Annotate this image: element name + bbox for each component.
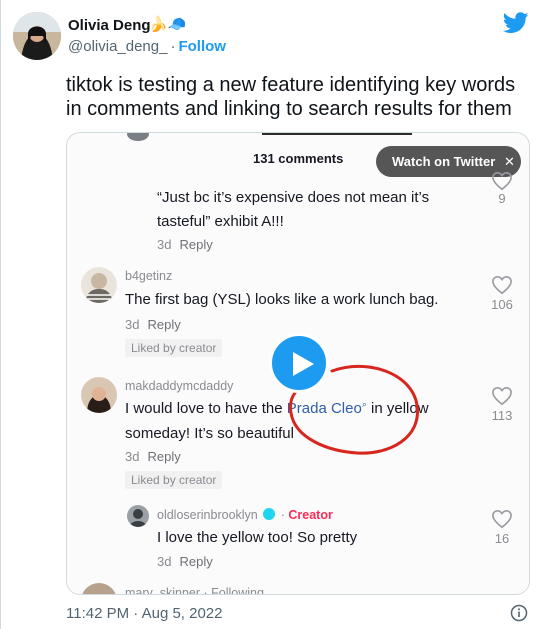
follow-button[interactable]: Follow [178, 38, 226, 55]
comment-time: 3d [125, 449, 140, 464]
comment-time: 3d [157, 237, 172, 252]
reply-button[interactable]: Reply [147, 317, 180, 332]
reply-button[interactable]: Reply [179, 554, 212, 569]
comment-meta: 3d Reply [125, 449, 181, 464]
reply-button[interactable]: Reply [179, 237, 212, 252]
comment-text: “Just bc it’s expensive does not mean it… [157, 189, 430, 206]
comment-text: someday! It’s so beautiful [125, 425, 294, 442]
like-count: 16 [494, 531, 510, 546]
verified-icon [263, 508, 276, 520]
author-handle-row: @olivia_deng_ · Follow [68, 38, 226, 55]
video-top-strip [262, 133, 412, 135]
play-icon [293, 352, 314, 376]
like-count: 106 [491, 297, 513, 312]
comment-text: I would love to have the Prada Cleo⌕ in … [125, 399, 429, 417]
comments-header: 131 comments [253, 151, 344, 166]
comment-username-row: oldloserinbrooklyn · Creator [157, 508, 333, 522]
twitter-bird-icon[interactable] [503, 12, 529, 34]
like-count: 113 [491, 408, 513, 423]
comment-meta: 3d Reply [157, 554, 213, 569]
creator-label: Creator [288, 508, 333, 522]
tweet-timestamp[interactable]: 11:42 PM · Aug 5, 2022 [66, 605, 223, 622]
comment-username[interactable]: oldloserinbrooklyn [157, 508, 258, 522]
creator-separator: · [280, 508, 285, 522]
tweet-card: Olivia Deng 🍌🧢 @olivia_deng_ · Follow tikt… [0, 0, 545, 629]
author-avatar[interactable] [13, 12, 61, 60]
liked-by-creator-badge: Liked by creator [125, 339, 223, 357]
handle-separator: · [170, 38, 176, 55]
comment-text: The first bag (YSL) looks like a work lu… [125, 291, 439, 308]
liked-by-creator-badge: Liked by creator [125, 471, 223, 489]
tweet-text: tiktok is testing a new feature identify… [66, 74, 516, 120]
comment-time: 3d [125, 317, 140, 332]
comment-avatar [127, 133, 149, 141]
keyword-search-link[interactable]: Prada Cleo⌕ [286, 399, 367, 417]
comment-text: tasteful” exhibit A!!! [157, 213, 284, 230]
comment-avatar[interactable] [127, 505, 149, 527]
keyword-search-link-label: Prada Cleo [286, 400, 362, 417]
comment-username[interactable]: b4getinz [125, 269, 172, 283]
video-media[interactable]: 131 comments Watch on Twitter ✕ “Just bc… [66, 132, 530, 595]
comment-meta: 3d Reply [157, 237, 213, 252]
comment-time: 3d [157, 554, 172, 569]
video-frame: 131 comments Watch on Twitter ✕ “Just bc… [67, 133, 529, 594]
reply-button[interactable]: Reply [147, 449, 180, 464]
watch-on-twitter-label: Watch on Twitter [392, 154, 496, 169]
comment-text: I love the yellow too! So pretty [157, 529, 358, 546]
info-icon[interactable] [510, 604, 528, 622]
heart-icon[interactable] [491, 171, 513, 191]
comment-meta: 3d Reply [125, 317, 181, 332]
author-name-emoji: 🍌🧢 [149, 16, 187, 33]
like-count: 9 [498, 191, 506, 206]
play-button[interactable] [269, 333, 329, 393]
comment-text-after: in yellow [366, 400, 429, 417]
author-display-name[interactable]: Olivia Deng [68, 17, 151, 34]
comment-avatar[interactable] [81, 377, 117, 413]
comment-text-before: I would love to have the [125, 400, 287, 417]
comment-avatar[interactable] [81, 267, 117, 303]
author-handle[interactable]: @olivia_deng_ [68, 38, 167, 55]
comment-username[interactable]: mary_skinner · Following [125, 586, 264, 594]
comment-avatar [81, 583, 117, 594]
heart-icon[interactable] [491, 275, 513, 295]
heart-icon[interactable] [491, 509, 513, 529]
heart-icon[interactable] [491, 386, 513, 406]
comment-username[interactable]: makdaddymcdaddy [125, 379, 233, 393]
